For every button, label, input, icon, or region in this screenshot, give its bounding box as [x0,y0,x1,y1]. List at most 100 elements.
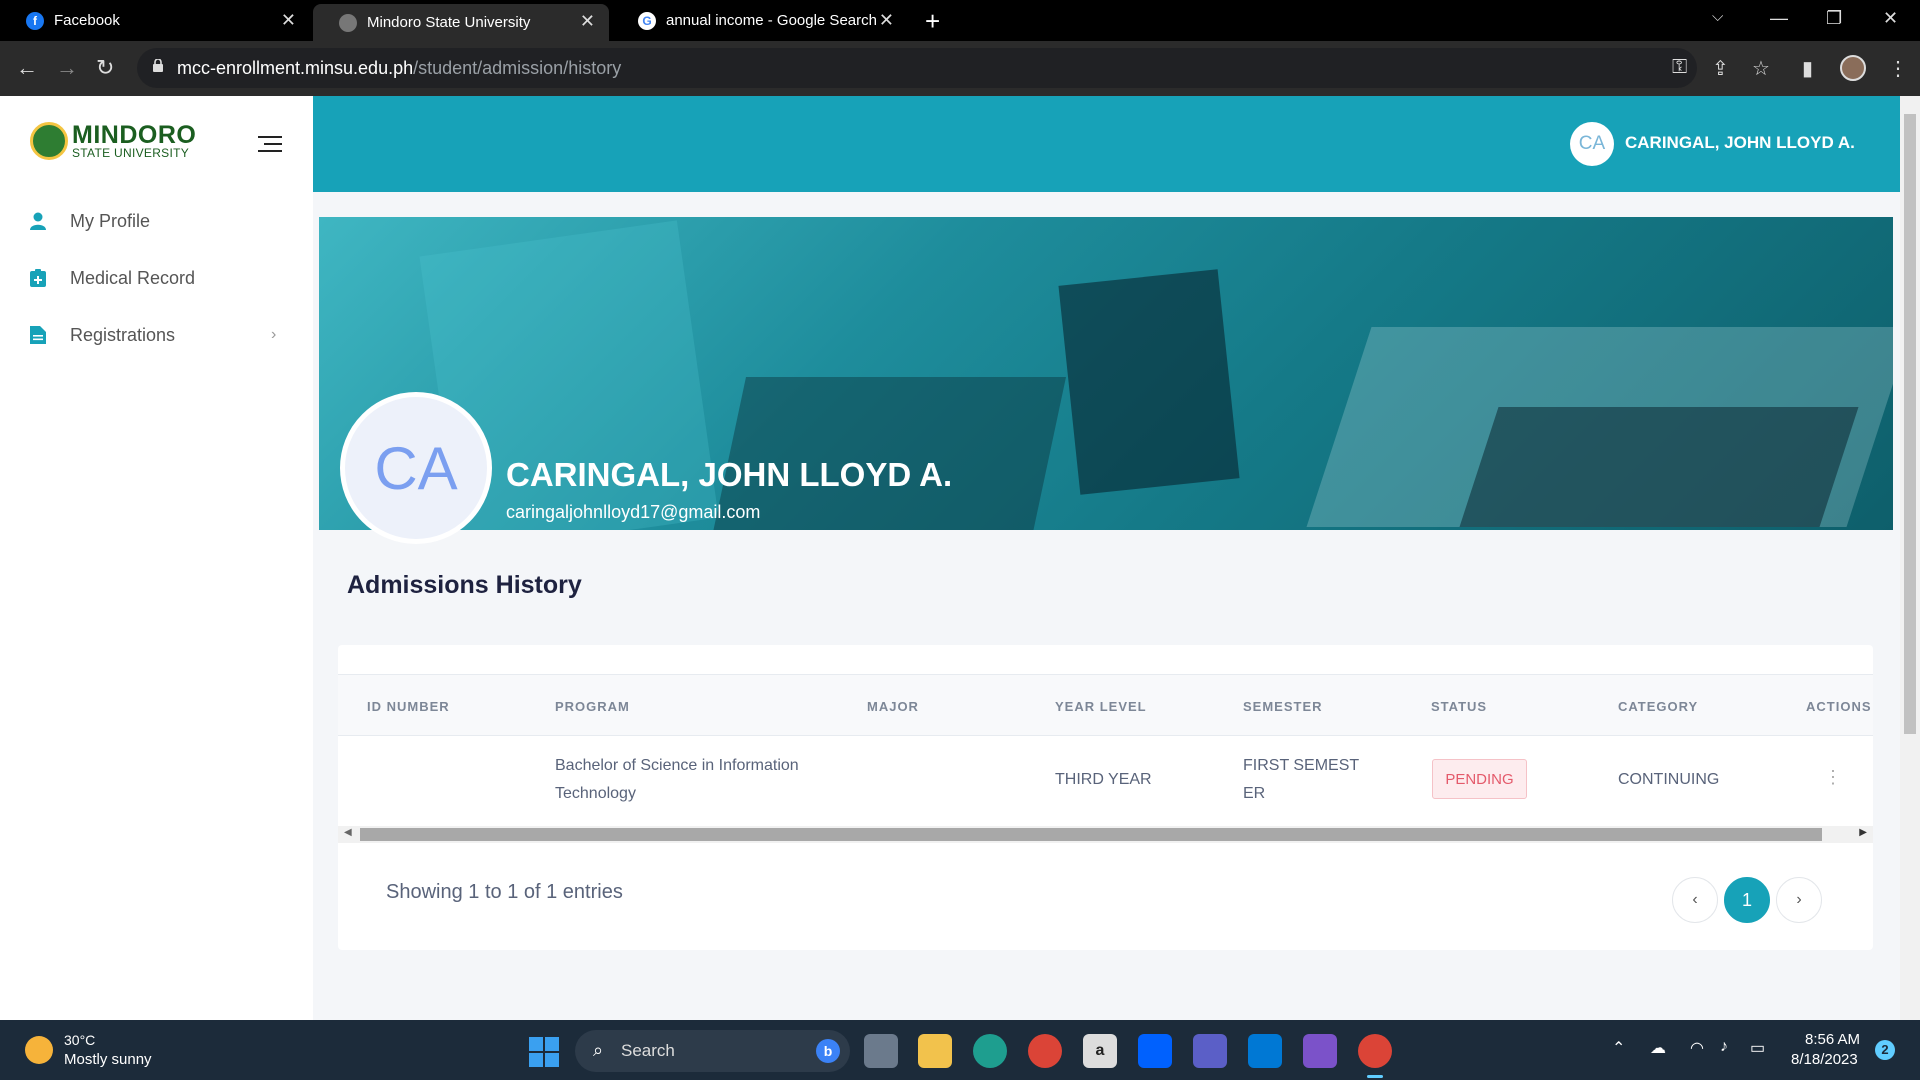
taskbar: 30°C Mostly sunny ⌕ Search b a ⌃ ☁ ◠ ♪ ▭… [0,1020,1920,1080]
column-header[interactable]: MAJOR [867,699,919,714]
entries-info: Showing 1 to 1 of 1 entries [386,881,623,903]
table-header: ID NUMBER PROGRAM MAJOR YEAR LEVEL SEMES… [338,674,1873,736]
chrome-profile-icon[interactable] [1358,1034,1392,1068]
tab-mindoro[interactable]: Mindoro State University ✕ [313,4,609,41]
amazon-icon[interactable]: a [1083,1034,1117,1068]
profile-avatar[interactable] [1840,55,1866,81]
cell-program-line: Bachelor of Science in Information [555,757,799,774]
chrome-icon[interactable] [1028,1034,1062,1068]
weather-temperature[interactable]: 30°C [64,1032,95,1048]
page-1-button[interactable]: 1 [1724,877,1770,923]
back-icon[interactable]: ← [16,55,38,81]
sidebar-item-my-profile[interactable]: My Profile [0,199,313,243]
chevron-up-icon[interactable]: ⌃ [1612,1038,1625,1058]
search-icon: ⌕ [593,1040,604,1060]
column-header[interactable]: ID NUMBER [367,699,450,714]
admissions-table-card: ID NUMBER PROGRAM MAJOR YEAR LEVEL SEMES… [338,645,1873,950]
active-app-indicator [1367,1075,1383,1078]
clock-time[interactable]: 8:56 AM [1805,1031,1860,1048]
medical-icon [30,269,46,287]
scroll-left-icon[interactable]: ◀ [344,827,352,838]
windows-start-icon[interactable] [529,1037,559,1067]
notification-badge[interactable]: 2 [1875,1040,1895,1060]
cell-semester: FIRST SEMEST ER [1243,752,1359,808]
column-header[interactable]: ACTIONS [1806,699,1872,714]
minimize-icon[interactable]: — [1770,8,1788,29]
task-view-icon[interactable] [864,1034,898,1068]
star-icon[interactable]: ☆ [1752,56,1770,81]
address-bar[interactable]: mcc-enrollment.minsu.edu.ph/student/admi… [137,48,1697,88]
weather-description[interactable]: Mostly sunny [64,1051,152,1068]
next-page-button[interactable]: › [1776,877,1822,923]
close-tab-icon[interactable]: ✕ [879,10,894,31]
reload-icon[interactable]: ↻ [96,55,114,81]
status-badge: PENDING [1432,759,1527,799]
close-window-icon[interactable]: ✕ [1883,8,1898,29]
url-text: mcc-enrollment.minsu.edu.ph/student/admi… [177,58,621,79]
tab-facebook[interactable]: f Facebook ✕ [0,0,310,41]
prev-page-button[interactable]: ‹ [1672,877,1718,923]
column-header[interactable]: YEAR LEVEL [1055,699,1147,714]
bing-icon[interactable]: b [816,1039,840,1063]
forward-icon[interactable]: → [56,55,78,81]
url-path: /student/admission/history [413,58,622,78]
user-icon [30,212,46,230]
column-header[interactable]: CATEGORY [1618,699,1698,714]
cell-year-level: THIRD YEAR [1055,771,1152,788]
university-logo[interactable]: MINDORO STATE UNIVERSITY [30,122,196,160]
sidebar-item-registrations[interactable]: Registrations › [0,313,313,357]
tab-google-search[interactable]: G annual income - Google Search ✕ [612,0,908,41]
profile-avatar-large[interactable]: CA [340,392,492,544]
user-avatar[interactable]: CA [1570,122,1614,166]
key-icon[interactable]: ⚿ [1672,56,1687,79]
side-panel-icon[interactable]: ▮ [1802,56,1813,81]
sun-icon[interactable] [25,1036,53,1064]
logo-title: MINDORO [72,121,197,149]
clock-date[interactable]: 8/18/2023 [1791,1051,1858,1068]
page-scrollbar[interactable] [1900,96,1920,1020]
scroll-right-icon[interactable]: ▶ [1859,827,1867,838]
user-name[interactable]: CARINGAL, JOHN LLOYD A. [1625,133,1855,153]
google-icon: G [638,11,656,30]
volume-icon[interactable]: ♪ [1720,1038,1728,1056]
column-header[interactable]: STATUS [1431,699,1487,714]
file-explorer-icon[interactable] [918,1034,952,1068]
close-tab-icon[interactable]: ✕ [580,11,595,32]
banner-decor [1459,407,1859,527]
cloud-icon[interactable]: ☁ [1650,1038,1666,1058]
row-actions-icon[interactable]: ⋮ [1824,767,1842,788]
cell-program-line: Technology [555,785,636,802]
tab-title: annual income - Google Search [666,12,877,29]
taskbar-search[interactable]: ⌕ Search b [575,1030,850,1072]
new-tab-icon[interactable]: + [925,6,940,37]
browser-toolbar: ← → ↻ mcc-enrollment.minsu.edu.ph/studen… [0,41,1920,96]
cell-semester-line: FIRST SEMEST [1243,757,1360,774]
close-tab-icon[interactable]: ✕ [281,10,296,31]
url-domain: mcc-enrollment.minsu.edu.ph [177,58,414,78]
teams-icon[interactable] [1193,1034,1227,1068]
battery-icon[interactable]: ▭ [1750,1038,1765,1058]
share-icon[interactable]: ⇪ [1712,56,1729,81]
visual-studio-icon[interactable] [1303,1034,1337,1068]
scrollbar-thumb[interactable] [360,828,1822,841]
column-header[interactable]: SEMESTER [1243,699,1323,714]
column-header[interactable]: PROGRAM [555,699,630,714]
banner-decor [711,377,1067,530]
hamburger-menu-icon[interactable] [258,136,282,154]
edge-icon[interactable] [973,1034,1007,1068]
logo-subtitle: STATE UNIVERSITY [72,146,190,160]
table-row[interactable]: Bachelor of Science in Information Techn… [338,737,1873,823]
sidebar-item-medical-record[interactable]: Medical Record [0,256,313,300]
wifi-icon[interactable]: ◠ [1690,1038,1704,1058]
facebook-icon: f [26,11,44,30]
dropbox-icon[interactable] [1138,1034,1172,1068]
document-icon [30,326,46,344]
banner-decor [1058,269,1240,495]
vscode-icon[interactable] [1248,1034,1282,1068]
tab-search-icon[interactable]: ⌵ [1712,8,1723,25]
horizontal-scrollbar[interactable]: ◀ ▶ [338,826,1873,843]
restore-icon[interactable]: ❐ [1826,8,1842,29]
scrollbar-thumb[interactable] [1904,114,1916,734]
page-title: Admissions History [347,571,582,599]
menu-icon[interactable]: ⋮ [1888,56,1908,81]
